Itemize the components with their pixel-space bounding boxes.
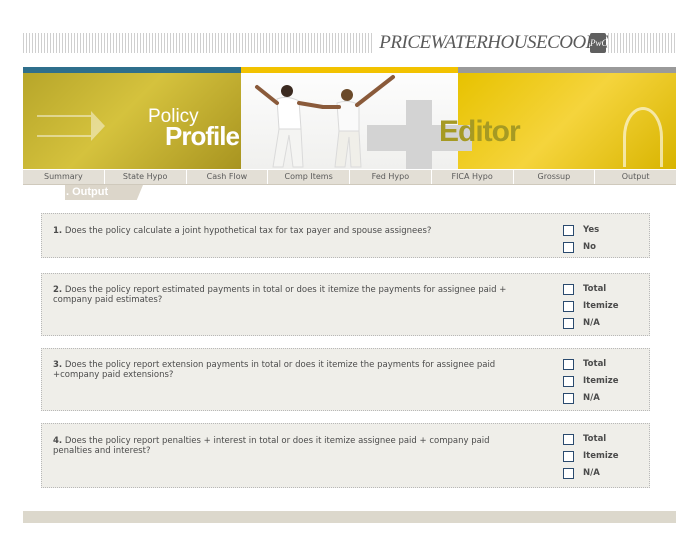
question-text-4: 4. Does the policy report penalties + in…: [53, 436, 523, 456]
banner-title-profile: Profile: [165, 121, 240, 151]
question-body: Does the policy report extension payment…: [53, 360, 496, 380]
swirl-decoration-icon: [623, 107, 663, 167]
footer-bar: [23, 511, 676, 523]
checkbox[interactable]: [563, 450, 574, 462]
header-banner: Policy Profile Editor: [23, 67, 676, 169]
checkbox[interactable]: [563, 241, 574, 253]
checkbox[interactable]: [563, 317, 574, 329]
option-label: Itemize: [583, 451, 619, 461]
checkbox[interactable]: [563, 300, 574, 312]
option-na[interactable]: N/A: [563, 317, 600, 329]
option-label: Yes: [583, 225, 600, 235]
tab-grossup[interactable]: Grossup: [514, 170, 596, 184]
question-card-4: 4. Does the policy report penalties + in…: [41, 423, 650, 488]
question-text-3: 3. Does the policy report extension paym…: [53, 360, 523, 380]
checkbox[interactable]: [563, 392, 574, 404]
checkbox[interactable]: [563, 283, 574, 295]
option-total[interactable]: Total: [563, 433, 606, 445]
question-number: 1.: [53, 226, 63, 236]
option-na[interactable]: N/A: [563, 392, 600, 404]
option-label: Total: [583, 359, 607, 369]
option-itemize[interactable]: Itemize: [563, 375, 618, 387]
tab-output[interactable]: Output: [595, 170, 676, 184]
brand-mark-icon: PwC: [590, 33, 608, 53]
option-label: Itemize: [583, 301, 619, 311]
question-text-2: 2. Does the policy report estimated paym…: [53, 285, 523, 305]
logo-bar-tail: [608, 33, 676, 53]
section-title: . Output: [65, 185, 143, 200]
tab-cash-flow[interactable]: Cash Flow: [187, 170, 269, 184]
question-text-1: 1. Does the policy calculate a joint hyp…: [53, 226, 523, 236]
checkbox[interactable]: [563, 358, 574, 370]
question-body: Does the policy report estimated payment…: [53, 285, 507, 305]
tab-summary[interactable]: Summary: [23, 170, 105, 184]
option-label: Total: [583, 434, 607, 444]
option-itemize[interactable]: Itemize: [563, 450, 618, 462]
option-label: N/A: [583, 318, 600, 328]
option-itemize[interactable]: Itemize: [563, 300, 618, 312]
option-yes[interactable]: Yes: [563, 224, 599, 236]
checkbox[interactable]: [563, 433, 574, 445]
question-card-1: 1. Does the policy calculate a joint hyp…: [41, 213, 650, 258]
option-total[interactable]: Total: [563, 358, 606, 370]
tab-comp-items[interactable]: Comp Items: [268, 170, 350, 184]
option-no[interactable]: No: [563, 241, 596, 253]
question-body: Does the policy report penalties + inter…: [53, 436, 490, 456]
nav-tabs: Summary State Hypo Cash Flow Comp Items …: [23, 170, 676, 185]
question-number: 3.: [53, 360, 63, 370]
question-card-3: 3. Does the policy report extension paym…: [41, 348, 650, 411]
option-na[interactable]: N/A: [563, 467, 600, 479]
option-label: No: [583, 242, 596, 252]
checkbox[interactable]: [563, 467, 574, 479]
banner-title-editor: Editor: [439, 115, 521, 148]
banner-people-image: [255, 75, 395, 168]
question-card-2: 2. Does the policy report estimated paym…: [41, 273, 650, 336]
arrow-decoration-icon: [37, 111, 105, 141]
option-total[interactable]: Total: [563, 283, 606, 295]
option-label: N/A: [583, 468, 600, 478]
checkbox[interactable]: [563, 224, 574, 236]
tab-fed-hypo[interactable]: Fed Hypo: [350, 170, 432, 184]
question-body: Does the policy calculate a joint hypoth…: [64, 226, 432, 236]
tab-state-hypo[interactable]: State Hypo: [105, 170, 187, 184]
option-label: Itemize: [583, 376, 619, 386]
question-number: 4.: [53, 436, 63, 446]
option-label: Total: [583, 284, 607, 294]
tab-fica-hypo[interactable]: FICA Hypo: [432, 170, 514, 184]
question-number: 2.: [53, 285, 63, 295]
option-label: N/A: [583, 393, 600, 403]
checkbox[interactable]: [563, 375, 574, 387]
